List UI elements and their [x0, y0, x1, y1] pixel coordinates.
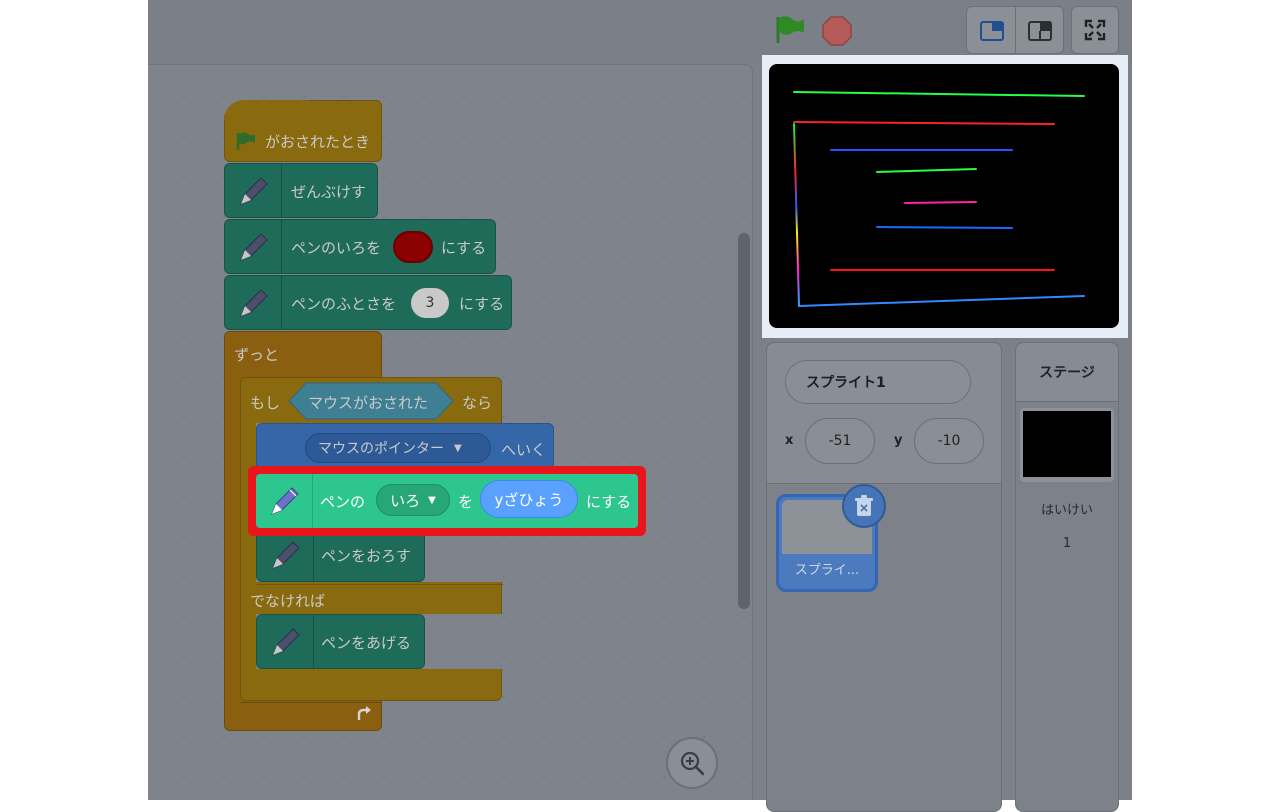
- goto-suffix: へいく: [501, 441, 547, 459]
- pen-icon: [240, 289, 268, 317]
- green-flag-icon[interactable]: [774, 15, 806, 45]
- set-color-suffix: にする: [441, 239, 487, 257]
- fullscreen-icon: [1084, 19, 1106, 41]
- set-size-suffix: にする: [459, 295, 505, 313]
- large-stage-button[interactable]: [1016, 13, 1064, 49]
- stage-canvas[interactable]: [769, 64, 1119, 328]
- if-condition-label: マウスがおされた: [308, 394, 429, 412]
- goto-target-label: マウスのポインター: [318, 441, 444, 457]
- pen-up-block[interactable]: ペンをあげる: [256, 614, 425, 669]
- stage-thumbnail[interactable]: [1020, 408, 1114, 482]
- large-stage-icon: [1028, 21, 1052, 41]
- chevron-down-icon: ▼: [428, 494, 436, 506]
- trash-icon: [855, 495, 873, 516]
- pen-icon: [272, 541, 300, 569]
- pen-drawing: [793, 91, 1085, 307]
- fullscreen-button[interactable]: [1071, 6, 1119, 54]
- green-flag-icon: [236, 132, 255, 150]
- pen-clear-block[interactable]: ぜんぶけす: [224, 163, 378, 218]
- pen-up-label: ペンをあげる: [321, 634, 412, 652]
- zoom-in-icon: [680, 751, 705, 776]
- separator: [312, 474, 313, 528]
- if-then-label: なら: [462, 394, 493, 412]
- pen-param-label: いろ: [390, 491, 421, 510]
- reporter-label: yざひょう: [494, 490, 564, 509]
- hat-top: [224, 100, 324, 120]
- when-flag-label: がおされたとき: [265, 133, 371, 151]
- small-stage-icon: [980, 21, 1004, 41]
- stage-pane-title: ステージ: [1016, 343, 1118, 402]
- x-label: x: [785, 433, 794, 448]
- when-flag-clicked-block[interactable]: がおされたとき: [224, 100, 382, 162]
- backdrops-count: 1: [1062, 536, 1072, 551]
- color-swatch[interactable]: [393, 231, 433, 263]
- sprite-name: スプライト1: [806, 375, 886, 391]
- goto-target-dropdown[interactable]: マウスのポインター ▼: [305, 433, 491, 463]
- clear-label: ぜんぶけす: [291, 183, 367, 201]
- forever-label: ずっと: [234, 346, 280, 364]
- else-label: でなければ: [250, 592, 326, 610]
- else-divider: [257, 584, 503, 585]
- pen-icon: [240, 233, 268, 261]
- if-label: もし: [250, 394, 281, 412]
- pen-icon: [240, 177, 268, 205]
- pen-size-input[interactable]: 3: [411, 288, 449, 318]
- sprite-tile-label: スプライ...: [794, 563, 860, 578]
- hl-prefix: ペンの: [320, 493, 366, 511]
- sprite-name-field[interactable]: スプライト1: [785, 360, 971, 404]
- y-field[interactable]: -10: [914, 418, 984, 464]
- stop-icon[interactable]: [822, 16, 852, 46]
- x-field[interactable]: -51: [805, 418, 875, 464]
- separator: [281, 276, 282, 329]
- set-pen-color-block[interactable]: ペンのいろを にする: [224, 219, 496, 274]
- forever-slot-bottom: [240, 702, 382, 703]
- workspace-scrollbar[interactable]: [738, 233, 750, 609]
- pen-icon: [272, 628, 300, 656]
- pen-icon: [271, 487, 299, 515]
- backdrops-label: はいけい: [1040, 503, 1093, 518]
- zoom-in-button[interactable]: [666, 737, 718, 789]
- set-size-prefix: ペンのふとさを: [291, 295, 397, 313]
- y-label: y: [894, 433, 903, 448]
- small-stage-button[interactable]: [968, 13, 1016, 49]
- hl-middle: を: [458, 493, 474, 511]
- delete-sprite-button[interactable]: [842, 484, 886, 528]
- separator: [281, 220, 282, 273]
- set-color-prefix: ペンのいろを: [291, 239, 382, 257]
- stage-size-toggle: [966, 6, 1064, 54]
- chevron-down-icon: ▼: [454, 442, 462, 454]
- separator: [313, 615, 314, 668]
- stage-thumbnail-image: [1023, 411, 1111, 477]
- pen-param-dropdown[interactable]: いろ ▼: [376, 484, 450, 516]
- hl-suffix: にする: [586, 493, 632, 511]
- y-position-reporter[interactable]: yざひょう: [480, 480, 578, 518]
- set-pen-size-block[interactable]: ペンのふとさを 3 にする: [224, 275, 512, 330]
- separator: [281, 164, 282, 217]
- loop-arrow-icon: [357, 706, 371, 720]
- pen-down-label: ペンをおろす: [321, 547, 412, 565]
